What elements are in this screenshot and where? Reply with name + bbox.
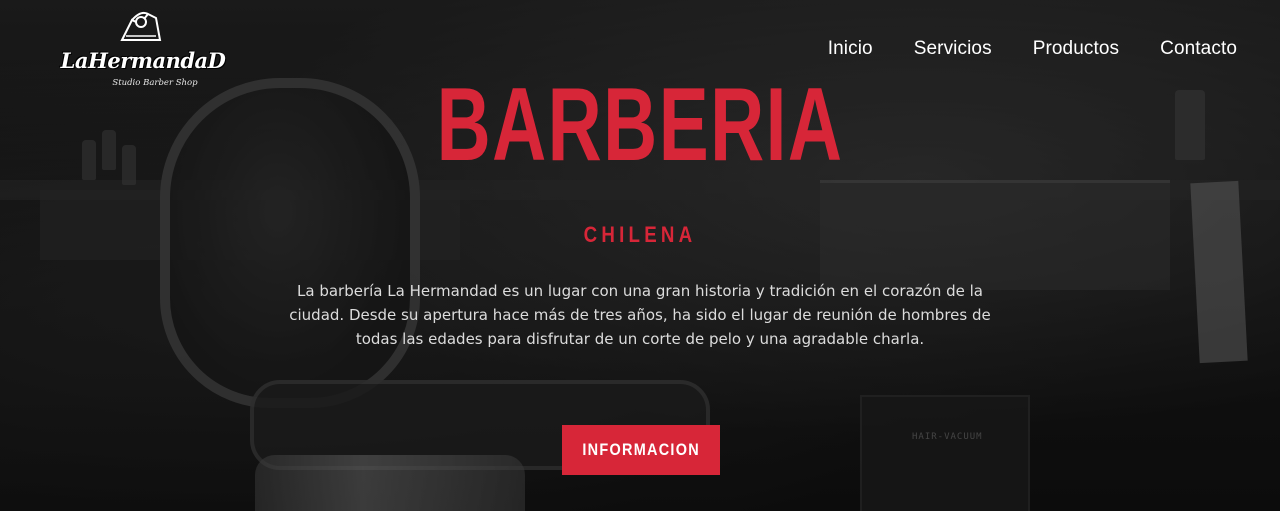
handshake-icon: [118, 6, 164, 46]
nav-item-productos[interactable]: Productos: [1033, 38, 1119, 60]
nav-item-inicio[interactable]: Inicio: [828, 38, 873, 60]
informacion-button-label: INFORMACION: [582, 440, 700, 459]
hero-title: BARBERIA: [436, 67, 844, 183]
hero-section: HAIR-VACUUM LaHermandaD Studio Barber Sh…: [0, 0, 1280, 511]
hero-description: La barbería La Hermandad es un lugar con…: [289, 282, 991, 348]
hero-subtitle: CHILENA: [583, 222, 697, 247]
nav-item-servicios[interactable]: Servicios: [914, 38, 992, 60]
informacion-button[interactable]: INFORMACION: [562, 425, 720, 475]
main-nav: Inicio Servicios Productos Contacto: [828, 38, 1237, 60]
nav-item-contacto[interactable]: Contacto: [1160, 38, 1237, 60]
